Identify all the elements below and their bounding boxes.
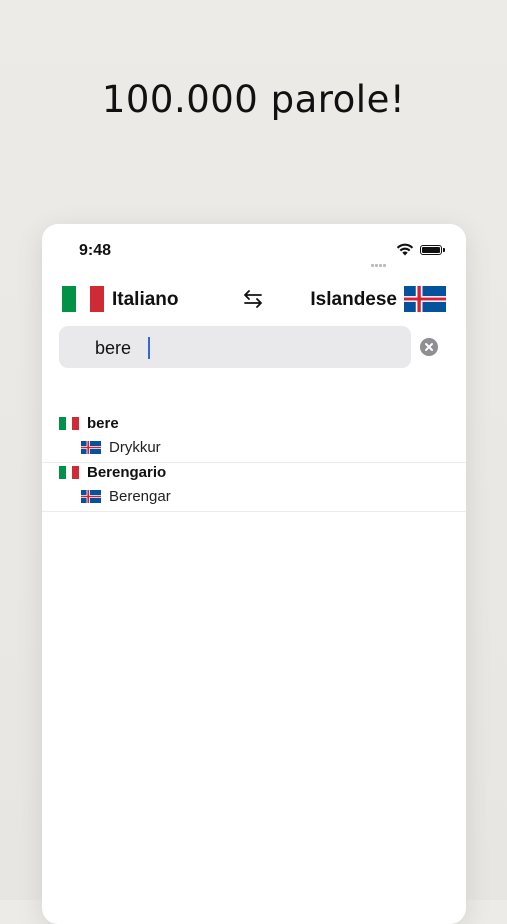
status-time: 9:48 [79,242,112,259]
target-language-label[interactable]: Islandese [310,289,397,311]
list-item[interactable]: bere Drykkur [42,414,466,463]
italy-flag-icon [59,417,80,430]
italy-flag-icon [59,466,80,479]
search-field[interactable] [59,326,411,368]
cellular-signal-icon [371,254,389,267]
iceland-flag-icon[interactable] [404,286,446,312]
result-translation: Berengar [109,488,171,505]
battery-icon [420,245,445,255]
phone-screen: 9:48 Italiano Islandese bere bere Drykku… [42,224,466,924]
list-item[interactable]: Berengario Berengar [42,463,466,512]
promo-title: 100.000 parole! [101,78,406,121]
search-input[interactable] [95,338,355,359]
result-word: Berengario [87,464,167,481]
italy-flag-icon[interactable] [62,286,104,312]
result-translation: Drykkur [109,439,161,456]
iceland-flag-icon [81,441,101,454]
language-bar: Italiano Islandese [42,284,466,314]
iceland-flag-icon [81,490,101,503]
clear-x-icon[interactable] [420,338,438,356]
wifi-icon [396,243,414,256]
text-caret [148,337,150,359]
source-language-label[interactable]: Italiano [112,289,179,311]
status-bar: 9:48 [42,224,466,274]
result-word: bere [87,415,119,432]
swap-arrows-icon[interactable] [241,287,265,311]
results-list: bere Drykkur Berengario Berengar [42,414,466,512]
